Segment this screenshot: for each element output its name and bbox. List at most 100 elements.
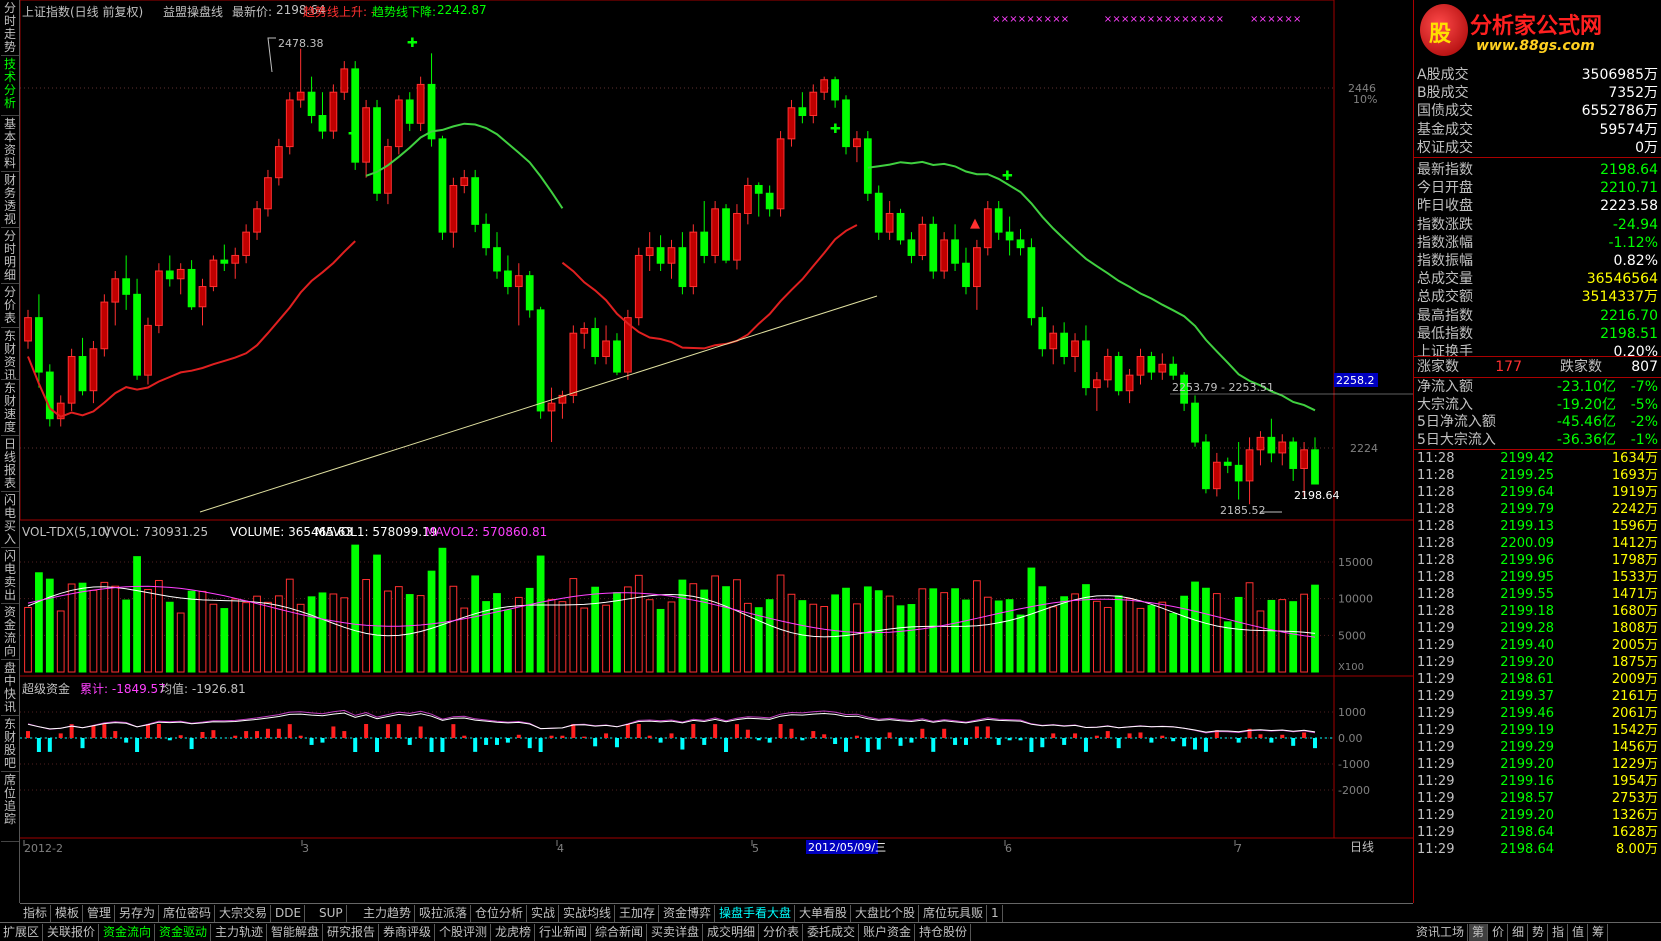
indicator-tab[interactable]: 仓位分析 <box>472 905 528 922</box>
tick-row[interactable]: 11:29 2199.29 1456万 <box>1414 739 1661 757</box>
left-tab-7[interactable]: 东财速度 <box>1 380 19 436</box>
indicator-tab[interactable]: 席位密码 <box>160 905 216 922</box>
tick-row[interactable]: 11:29 2198.64 8.00万 <box>1414 841 1661 859</box>
tick-row[interactable]: 11:29 2198.64 1628万 <box>1414 824 1661 842</box>
tick-row[interactable]: 11:28 2199.25 1693万 <box>1414 467 1661 485</box>
fund-bar <box>942 728 947 738</box>
tick-row[interactable]: 11:29 2199.37 2161万 <box>1414 688 1661 706</box>
extension-tab[interactable]: 龙虎榜 <box>492 924 536 941</box>
panel-switch-tab[interactable]: 势 <box>1529 924 1549 941</box>
left-tab-2[interactable]: 基本资料 <box>1 116 19 172</box>
tick-row[interactable]: 11:29 2198.57 2753万 <box>1414 790 1661 808</box>
extension-tab[interactable]: 关联报价 <box>44 924 100 941</box>
indicator-tab[interactable]: 王加存 <box>616 905 660 922</box>
tick-row[interactable]: 11:28 2199.55 1471万 <box>1414 586 1661 604</box>
tick-row[interactable]: 11:29 2199.20 1326万 <box>1414 807 1661 825</box>
panel-switch-tab[interactable]: 细 <box>1509 924 1529 941</box>
left-tab-13[interactable]: 东财股吧 <box>1 716 19 772</box>
indicator-tab[interactable]: 实战 <box>528 905 560 922</box>
volume-bar <box>798 600 807 673</box>
extension-tab[interactable]: 资金驱动 <box>156 924 212 941</box>
extension-tab[interactable]: 综合新闻 <box>592 924 648 941</box>
extension-tab[interactable]: 成交明细 <box>704 924 760 941</box>
left-tab-1[interactable]: 技术分析 <box>1 56 19 116</box>
tick-time: 11:29 <box>1417 672 1455 687</box>
extension-tab[interactable]: 委托成交 <box>804 924 860 941</box>
left-tab-5[interactable]: 分价表 <box>1 284 19 328</box>
tick-row[interactable]: 11:28 2199.42 1634万 <box>1414 450 1661 468</box>
panel-switch-tab[interactable]: 价 <box>1489 924 1509 941</box>
tick-row[interactable]: 11:29 2198.61 2009万 <box>1414 671 1661 689</box>
tick-row[interactable]: 11:28 2199.64 1919万 <box>1414 484 1661 502</box>
tick-row[interactable]: 11:29 2199.20 1875万 <box>1414 654 1661 672</box>
panel-switch-tab[interactable]: 指 <box>1549 924 1569 941</box>
indicator-tab[interactable]: 指标 <box>20 905 52 922</box>
left-tab-14[interactable]: 席位追踪 <box>1 772 19 842</box>
extension-tab[interactable]: 扩展区 <box>0 924 44 941</box>
extension-tab[interactable]: 研究报告 <box>324 924 380 941</box>
indicator-tab[interactable]: 资金博弈 <box>660 905 716 922</box>
volume-bar <box>384 590 392 673</box>
tick-row[interactable]: 11:28 2199.18 1680万 <box>1414 603 1661 621</box>
extension-tab[interactable]: 行业新闻 <box>536 924 592 941</box>
tick-row[interactable]: 11:29 2199.19 1542万 <box>1414 722 1661 740</box>
indicator-tab[interactable]: 大宗交易 <box>216 905 272 922</box>
tick-row[interactable]: 11:29 2199.16 1954万 <box>1414 773 1661 791</box>
indicator-tab[interactable]: 大单看股 <box>796 905 852 922</box>
left-tab-4[interactable]: 分时明细 <box>1 228 19 284</box>
tick-row[interactable]: 11:28 2199.13 1596万 <box>1414 518 1661 536</box>
tick-price: 2199.40 <box>1500 638 1554 653</box>
x-axis-label: 4 <box>557 842 564 855</box>
indicator-tab[interactable]: 席位玩具贩 <box>920 905 988 922</box>
indicator-tab[interactable]: 另存为 <box>116 905 160 922</box>
left-tab-9[interactable]: 闪电买入 <box>1 492 19 548</box>
candle <box>340 61 349 100</box>
left-tab-3[interactable]: 财务透视 <box>1 172 19 228</box>
left-tab-10[interactable]: 闪电卖出 <box>1 548 19 604</box>
fund-bar <box>745 729 750 738</box>
tick-row[interactable]: 11:29 2199.40 2005万 <box>1414 637 1661 655</box>
candle <box>547 387 556 443</box>
indicator-tab[interactable]: 操盘手看大盘 <box>716 905 796 922</box>
panel-switch-tab[interactable]: 值 <box>1569 924 1589 941</box>
indicator-tab[interactable]: 管理 <box>84 905 116 922</box>
indicator-tab[interactable]: 实战均线 <box>560 905 616 922</box>
extension-tab[interactable]: 主力轨迹 <box>212 924 268 941</box>
tick-row[interactable]: 11:29 2199.20 1229万 <box>1414 756 1661 774</box>
tick-row[interactable]: 11:29 2199.46 2061万 <box>1414 705 1661 723</box>
panel-switch-tab[interactable]: 第 <box>1469 924 1489 941</box>
indicator-tab[interactable]: 模板 <box>52 905 84 922</box>
left-tab-6[interactable]: 东财资讯 <box>1 328 19 380</box>
kline-chart[interactable]: 244610%22242258.2× × × × × × × × × × × × × × × × × × × × × × ×… <box>20 0 1413 903</box>
panel-switch-tab[interactable]: 资讯工场 <box>1413 924 1469 941</box>
candle <box>209 255 218 292</box>
tick-row[interactable]: 11:28 2200.09 1412万 <box>1414 535 1661 553</box>
extension-tab[interactable]: 持仓股份 <box>916 924 972 941</box>
extension-tab[interactable]: 买卖详盘 <box>648 924 704 941</box>
left-tab-0[interactable]: 分时走势 <box>1 0 19 56</box>
fund-bar <box>1018 738 1023 741</box>
tick-row[interactable]: 11:28 2199.96 1798万 <box>1414 552 1661 570</box>
indicator-tab[interactable]: 大盘比个股 <box>852 905 920 922</box>
indicator-tab[interactable]: SUP <box>316 905 347 922</box>
extension-tab[interactable]: 券商评级 <box>380 924 436 941</box>
left-tab-11[interactable]: 资金流向 <box>1 604 19 660</box>
panel-switch-tab[interactable]: 筹 <box>1589 924 1609 941</box>
left-tab-12[interactable]: 盘中快讯 <box>1 660 19 716</box>
extension-tab[interactable]: 个股评测 <box>436 924 492 941</box>
indicator-tab[interactable]: 吸拉派落 <box>416 905 472 922</box>
indicator-tab[interactable]: 1 <box>988 905 1003 922</box>
extension-tab[interactable]: 账户资金 <box>860 924 916 941</box>
extension-tab[interactable]: 资金流向 <box>100 924 156 941</box>
extension-tab[interactable]: 分价表 <box>760 924 804 941</box>
extension-tab[interactable]: 智能解盘 <box>268 924 324 941</box>
tick-row[interactable]: 11:28 2199.95 1533万 <box>1414 569 1661 587</box>
tick-row[interactable]: 11:29 2199.28 1808万 <box>1414 620 1661 638</box>
left-tab-8[interactable]: 日线报表 <box>1 436 19 492</box>
candle <box>1049 325 1058 365</box>
volume-bar <box>1311 584 1319 673</box>
tick-row[interactable]: 11:28 2199.79 2242万 <box>1414 501 1661 519</box>
indicator-tab[interactable]: 主力趋势 <box>360 905 416 922</box>
chart-area[interactable]: 2446 10% 2224 2258.2 × × × × × × × × × × × × × × × × × × × × × × ×… <box>20 0 1413 903</box>
indicator-tab[interactable]: DDE <box>272 905 306 922</box>
